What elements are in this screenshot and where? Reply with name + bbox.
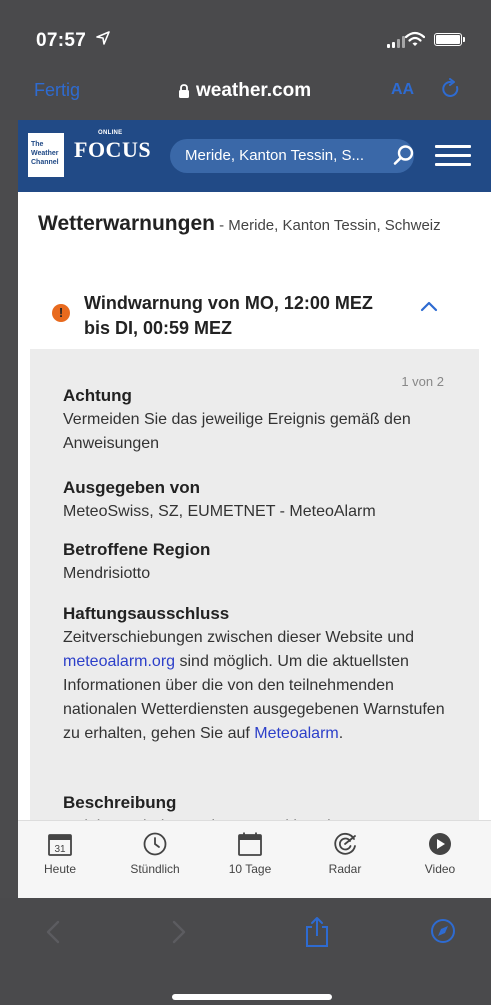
- section-heading: Haftungsausschluss: [63, 604, 230, 623]
- section-heading: Betroffene Region: [63, 540, 211, 559]
- section-heading: Beschreibung: [63, 793, 177, 812]
- safari-url-bar: Fertig weather.com AA: [0, 68, 491, 118]
- section-heading: Ausgegeben von: [63, 478, 200, 497]
- signal-icon: [387, 36, 405, 48]
- back-arrow-icon[interactable]: [46, 920, 60, 944]
- page-title: Wetterwarnungen - Meride, Kanton Tessin,…: [38, 213, 478, 237]
- warning-exclamation-icon: !: [52, 304, 70, 322]
- body-text: .: [338, 725, 344, 742]
- home-indicator: [172, 994, 332, 1000]
- bottom-tab-bar: 31 Heute Stündlich 10 Tage Radar Video: [18, 820, 491, 898]
- section-haftung: Haftungsausschluss Zeitverschiebungen zw…: [63, 602, 445, 746]
- tab-heute[interactable]: 31 Heute: [20, 831, 100, 876]
- focus-logo-text: FOCUS: [74, 137, 152, 162]
- calendar-day-text: 31: [54, 844, 66, 855]
- search-icon[interactable]: [393, 144, 415, 166]
- url-field[interactable]: weather.com: [178, 80, 311, 102]
- tab-radar[interactable]: Radar: [305, 831, 385, 876]
- page-title-location: - Meride, Kanton Tessin, Schweiz: [214, 217, 441, 234]
- tab-10-tage[interactable]: 10 Tage: [210, 831, 290, 876]
- tab-label: Video: [424, 862, 456, 876]
- share-icon[interactable]: [304, 916, 330, 948]
- tab-label: Radar: [328, 862, 362, 876]
- chevron-up-icon[interactable]: [420, 300, 438, 312]
- clock-icon: [143, 832, 167, 856]
- meteoalarm-org-link[interactable]: meteoalarm.org: [63, 653, 175, 670]
- done-button[interactable]: Fertig: [34, 80, 80, 101]
- weather-channel-logo[interactable]: The Weather Channel: [28, 133, 64, 177]
- calendar-today-icon: 31: [48, 834, 72, 856]
- section-region: Betroffene Region Mendrisiotto: [63, 538, 463, 586]
- top-chrome: 07:57 Fertig weather.com AA: [0, 0, 491, 120]
- tab-label: Stündlich: [130, 862, 180, 876]
- tab-label: Heute: [43, 862, 77, 876]
- body-text: Zeitverschiebungen zwischen dieser Websi…: [63, 629, 415, 646]
- page-title-main: Wetterwarnungen: [38, 212, 215, 235]
- section-body: Zeitverschiebungen zwischen dieser Websi…: [63, 626, 445, 746]
- location-search-input[interactable]: Meride, Kanton Tessin, S...: [170, 139, 414, 173]
- play-icon: [429, 833, 451, 855]
- section-body: Mendrisiotto: [63, 565, 151, 582]
- forward-arrow-icon[interactable]: [172, 920, 186, 944]
- wifi-icon: [405, 31, 425, 46]
- main-content: Wetterwarnungen - Meride, Kanton Tessin,…: [18, 192, 491, 835]
- radar-icon: [334, 832, 356, 855]
- status-time: 07:57: [36, 30, 87, 51]
- location-arrow-icon: [96, 31, 110, 45]
- status-bar: 07:57: [0, 0, 491, 68]
- url-text: weather.com: [196, 80, 312, 101]
- section-body: MeteoSwiss, SZ, EUMETNET - MeteoAlarm: [63, 503, 376, 520]
- calendar-icon: [238, 832, 262, 856]
- logo-text-line: Channel: [31, 159, 59, 166]
- battery-icon: [434, 33, 465, 46]
- tab-label: 10 Tage: [228, 862, 272, 876]
- section-body: Vermeiden Sie das jeweilige Ereignis gem…: [63, 411, 411, 452]
- reload-icon[interactable]: [440, 78, 462, 100]
- tab-video[interactable]: Video: [400, 831, 480, 876]
- search-text: Meride, Kanton Tessin, S...: [185, 147, 364, 164]
- tab-stuendlich[interactable]: Stündlich: [115, 831, 195, 876]
- warning-details: 1 von 2 Achtung Vermeiden Sie das jeweil…: [30, 349, 479, 835]
- section-achtung: Achtung Vermeiden Sie das jeweilige Erei…: [63, 384, 463, 456]
- compass-icon[interactable]: [430, 918, 456, 944]
- safari-toolbar: [0, 898, 491, 1005]
- text-size-button[interactable]: AA: [391, 81, 414, 99]
- section-heading: Achtung: [63, 386, 132, 405]
- lock-icon: [179, 84, 189, 98]
- logo-text-line: Weather: [31, 150, 59, 157]
- warning-title: Windwarnung von MO, 12:00 MEZ bis DI, 00…: [84, 293, 373, 338]
- logo-text-line: The: [31, 141, 44, 148]
- site-header: The Weather Channel FOCUS ONLINE Meride,…: [18, 120, 491, 192]
- meteoalarm-link[interactable]: Meteoalarm: [254, 725, 338, 742]
- hamburger-menu-icon[interactable]: [435, 145, 471, 167]
- focus-online-text: ONLINE: [98, 130, 123, 136]
- section-ausgegeben: Ausgegeben von MeteoSwiss, SZ, EUMETNET …: [63, 476, 463, 524]
- focus-logo[interactable]: FOCUS ONLINE: [74, 130, 152, 163]
